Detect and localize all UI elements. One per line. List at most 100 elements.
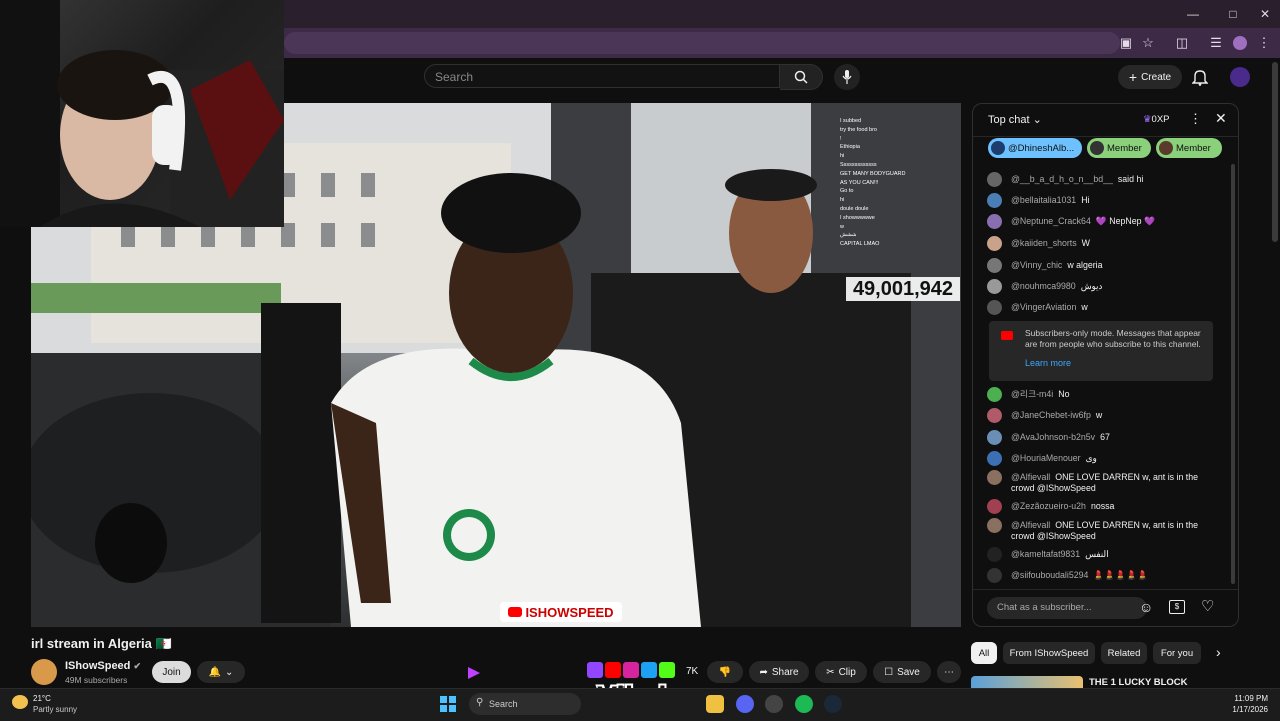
- steam-icon[interactable]: [824, 695, 842, 713]
- chat-message: @Zezãozueiro-u2h nossa: [987, 499, 1209, 514]
- app-icon[interactable]: [765, 695, 783, 713]
- overlay-chat-line: Sssssssssssss: [840, 161, 877, 168]
- avatar[interactable]: [987, 499, 1002, 514]
- kick-icon[interactable]: [659, 662, 675, 678]
- xp-badge[interactable]: ♛0XP: [1143, 114, 1170, 125]
- create-button[interactable]: + Create: [1118, 65, 1182, 89]
- avatar[interactable]: [987, 387, 1002, 402]
- chip-all[interactable]: All: [971, 642, 997, 664]
- learn-more-link[interactable]: Learn more: [1025, 358, 1071, 368]
- avatar[interactable]: [987, 451, 1002, 466]
- maximize-icon[interactable]: □: [1218, 4, 1248, 24]
- avatar[interactable]: [987, 408, 1002, 423]
- youtube-icon[interactable]: [605, 662, 621, 678]
- more-actions-button[interactable]: ⋯: [937, 661, 961, 683]
- voice-search-button[interactable]: [834, 64, 860, 90]
- overlay-chat-line: AS YOU CAN!!!: [840, 179, 879, 186]
- clock-time[interactable]: 11:09 PM: [1226, 694, 1268, 703]
- browser-menu-icon[interactable]: ⋮: [1256, 35, 1272, 51]
- avatar[interactable]: [987, 279, 1002, 294]
- member-pill[interactable]: Member: [1087, 138, 1151, 158]
- profile-icon[interactable]: [1232, 35, 1248, 51]
- avatar[interactable]: [987, 193, 1002, 208]
- file-explorer-icon[interactable]: [706, 695, 724, 713]
- chat-header: Top chat ⌄ ♛0XP ⋮ ✕: [973, 104, 1238, 137]
- video-overlay-chat: I subbed try the food bro ! Ethiopia hi …: [840, 117, 958, 249]
- super-chat-icon[interactable]: $: [1169, 600, 1185, 614]
- cast-icon[interactable]: ▣: [1118, 35, 1134, 51]
- discord-icon[interactable]: [736, 695, 754, 713]
- chat-message: @kameltafat9831 النفس: [987, 547, 1209, 562]
- overlay-chat-line: ششش: [840, 232, 857, 239]
- chat-message: @VingerAviation w: [987, 300, 1209, 315]
- chip-for-you[interactable]: For you: [1153, 642, 1201, 664]
- avatar[interactable]: [987, 430, 1002, 445]
- bookmark-icon: ☐: [884, 666, 894, 678]
- close-chat-icon[interactable]: ✕: [1215, 110, 1227, 127]
- instagram-icon[interactable]: [623, 662, 639, 678]
- more-options-icon[interactable]: ⋮: [1189, 111, 1202, 127]
- crown-icon: ♛: [1143, 114, 1152, 125]
- media-icon[interactable]: ☰: [1208, 35, 1224, 51]
- chip-from-channel[interactable]: From IShowSpeed: [1003, 642, 1095, 664]
- cursor-icon: [468, 667, 480, 679]
- recommended-thumbnail[interactable]: [971, 676, 1083, 688]
- chat-input[interactable]: Chat as a subscriber...: [987, 597, 1147, 619]
- twitter-icon[interactable]: [641, 662, 657, 678]
- avatar[interactable]: [987, 214, 1002, 229]
- chip-related[interactable]: Related: [1101, 642, 1147, 664]
- minimize-icon[interactable]: —: [1178, 4, 1208, 24]
- avatar[interactable]: [987, 470, 1002, 485]
- chat-message: @AvaJohnson-b2n5v 67: [987, 430, 1209, 445]
- account-avatar[interactable]: [1230, 67, 1250, 87]
- chat-message: @siifouboudali5294 💄💄💄💄💄: [987, 568, 1209, 583]
- avatar[interactable]: [987, 258, 1002, 273]
- avatar[interactable]: [987, 547, 1002, 562]
- like-count[interactable]: 7K: [686, 666, 698, 677]
- bookmark-star-icon[interactable]: ☆: [1140, 35, 1156, 51]
- taskbar-search[interactable]: Search: [469, 693, 581, 715]
- search-button[interactable]: [780, 64, 823, 90]
- overlay-chat-line: try the food bro: [840, 126, 877, 133]
- recommended-title[interactable]: THE 1 LUCKY BLOCK: [1089, 677, 1188, 688]
- channel-avatar[interactable]: [31, 659, 57, 685]
- extensions-icon[interactable]: ◫: [1174, 35, 1190, 51]
- temperature: 21°C: [33, 694, 51, 703]
- avatar[interactable]: [987, 236, 1002, 251]
- clip-button[interactable]: ✂ Clip: [815, 661, 867, 683]
- spotify-icon[interactable]: [795, 695, 813, 713]
- chevron-right-icon[interactable]: ›: [1216, 644, 1221, 660]
- page-scrollbar[interactable]: [1272, 62, 1278, 242]
- chat-scrollbar[interactable]: [1231, 164, 1235, 584]
- twitch-icon[interactable]: [587, 662, 603, 678]
- address-bar[interactable]: [284, 32, 1120, 54]
- overlay-chat-line: w: [840, 223, 844, 230]
- heart-icon[interactable]: ♡: [1201, 597, 1214, 615]
- clock-date[interactable]: 1/17/2026: [1226, 705, 1268, 714]
- close-window-icon[interactable]: ✕: [1250, 4, 1280, 24]
- chat-message: @Alfievall ONE LOVE DARREN w, ant is in t…: [987, 518, 1209, 541]
- dislike-button[interactable]: 👎: [707, 661, 743, 683]
- pinned-member-pill[interactable]: @DhineshAlb...: [988, 138, 1082, 158]
- notifications-toggle[interactable]: 🔔 ⌄: [197, 661, 245, 683]
- social-icons: [587, 662, 675, 678]
- overlay-chat-line: Go to: [840, 188, 854, 195]
- notifications-bell-icon[interactable]: [1192, 68, 1210, 86]
- chat-message: @JaneChebet-iw6fp w: [987, 408, 1209, 423]
- windows-start-icon[interactable]: [440, 696, 456, 712]
- avatar[interactable]: [987, 518, 1002, 533]
- search-input[interactable]: Search: [424, 64, 780, 88]
- chat-mode-selector[interactable]: Top chat ⌄: [988, 113, 1042, 126]
- chat-message: @HouriaMenouer وى: [987, 451, 1209, 466]
- join-button[interactable]: Join: [152, 661, 191, 683]
- avatar[interactable]: [987, 300, 1002, 315]
- avatar[interactable]: [987, 172, 1002, 187]
- plus-icon: +: [1128, 69, 1138, 85]
- weather-icon[interactable]: [12, 695, 28, 709]
- member-pill[interactable]: Member: [1156, 138, 1222, 158]
- emoji-icon[interactable]: ☺: [1139, 599, 1153, 615]
- save-button[interactable]: ☐ Save: [873, 661, 931, 683]
- share-button[interactable]: ➦ Share: [749, 661, 809, 683]
- channel-name[interactable]: IShowSpeed ✔: [65, 660, 141, 672]
- avatar[interactable]: [987, 568, 1002, 583]
